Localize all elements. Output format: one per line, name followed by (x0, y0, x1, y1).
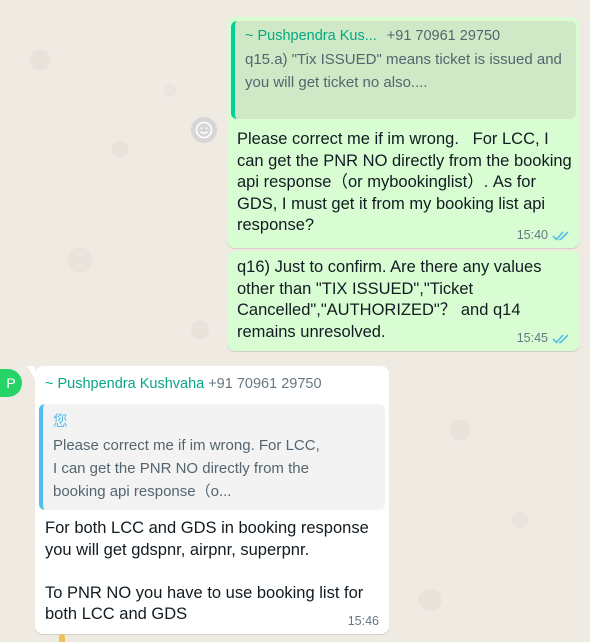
sender-line: ~ Pushpendra Kushvaha +91 70961 29750 (45, 376, 322, 392)
quote-text: q15.a) "Tix ISSUED" means ticket is issu… (245, 51, 562, 91)
incoming-message[interactable]: ~ Pushpendra Kushvaha +91 70961 29750 您 P… (35, 366, 389, 634)
message-meta: 15:46 (348, 614, 379, 628)
quoted-message[interactable]: ~ Pushpendra Kus... +91 70961 29750 q15.a… (231, 21, 576, 119)
message-text: Please correct me if im wrong. For LCC, … (237, 130, 577, 234)
bubble-tail (27, 366, 35, 379)
next-message-indicator (59, 634, 65, 642)
quote-phone: +91 70961 29750 (386, 28, 501, 44)
message-time: 15:40 (516, 228, 548, 242)
message-text: For both LCC and GDS in booking response… (45, 519, 369, 623)
avatar-letter: P (6, 375, 16, 391)
sender-name[interactable]: ~ Pushpendra Kushvaha (45, 376, 204, 392)
quote-author: ~ Pushpendra Kus... (245, 28, 377, 44)
message-time: 15:45 (516, 331, 548, 345)
double-check-icon (552, 230, 569, 241)
quote-text: Please correct me if im wrong. For LCC, … (53, 437, 320, 500)
quoted-message[interactable]: 您 Please correct me if im wrong. For LCC… (39, 404, 385, 510)
quote-author: 您 (53, 414, 68, 430)
message-meta: 15:45 (517, 331, 570, 345)
double-check-icon (552, 333, 569, 344)
emoji-icon (195, 121, 213, 139)
sender-phone: +91 70961 29750 (208, 376, 322, 392)
outgoing-message-2[interactable]: q16) Just to confirm. Are there any valu… (227, 251, 580, 351)
message-time: 15:46 (347, 614, 379, 628)
outgoing-message-1[interactable]: ~ Pushpendra Kus... +91 70961 29750 q15.a… (227, 17, 580, 248)
emoji-reaction-button[interactable] (191, 117, 217, 143)
message-meta: 15:40 (517, 228, 570, 242)
